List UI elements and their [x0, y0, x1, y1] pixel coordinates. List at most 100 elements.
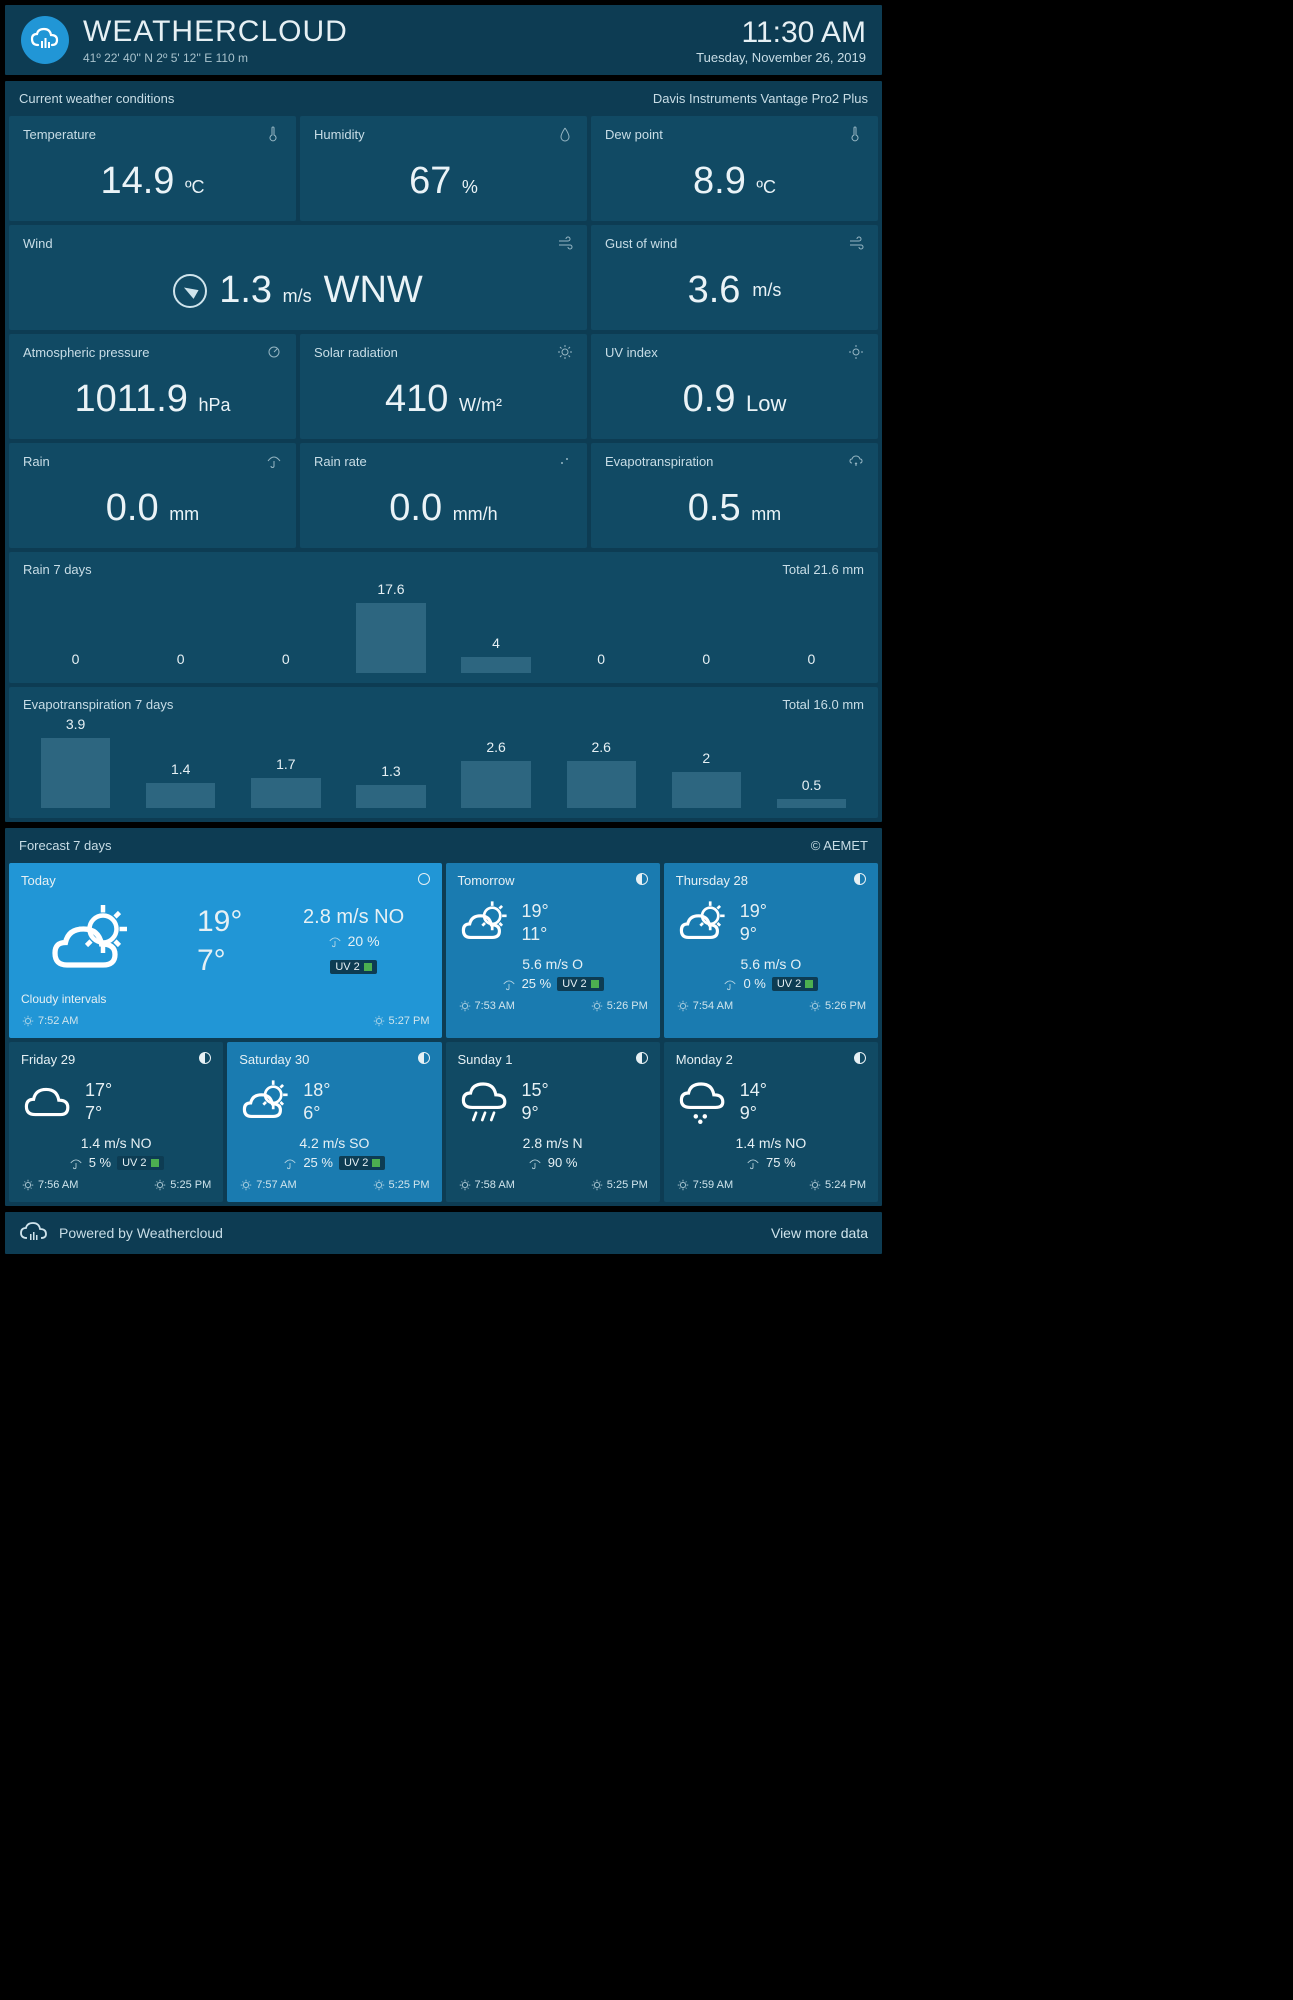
sunrise-time: 7:58 AM	[475, 1179, 515, 1191]
forecast-card[interactable]: Tomorrow19°11°5.6 m/s O25 % UV 2 7:53 AM…	[446, 863, 660, 1038]
forecast-card[interactable]: Friday 2917°7°1.4 m/s NO5 % UV 2 7:56 AM…	[9, 1042, 223, 1202]
bar-value-label: 1.4	[171, 761, 190, 777]
temperature-label: Temperature	[23, 127, 96, 142]
bar-value-label: 0	[702, 651, 710, 667]
bar-value-label: 4	[492, 635, 500, 651]
conditions-title: Current weather conditions	[19, 91, 174, 106]
bar-column: 0	[549, 587, 654, 673]
station-name: Davis Instruments Vantage Pro2 Plus	[653, 91, 868, 106]
forecast-rain: 0 %	[743, 976, 765, 991]
sunset-time: 5:25 PM	[170, 1179, 211, 1191]
forecast-temp-lo: 7°	[197, 941, 242, 980]
sunrise-time: 7:53 AM	[475, 1000, 515, 1012]
forecast-temp-lo: 9°	[740, 1102, 767, 1125]
forecast-rain: 90 %	[548, 1155, 578, 1170]
tile-rain[interactable]: Rain 0.0 mm	[9, 443, 296, 548]
bar	[41, 738, 110, 808]
forecast-rain: 25 %	[522, 976, 552, 991]
sunset-time: 5:26 PM	[825, 1000, 866, 1012]
footer: Powered by Weathercloud View more data	[4, 1211, 883, 1255]
moon-phase-icon	[418, 1052, 430, 1064]
logo-icon	[19, 1222, 49, 1244]
forecast-card[interactable]: Saturday 3018°6°4.2 m/s SO25 % UV 2 7:57…	[227, 1042, 441, 1202]
forecast-temp-lo: 6°	[303, 1102, 330, 1125]
tile-temperature[interactable]: Temperature 14.9 ºC	[9, 116, 296, 221]
forecast-card[interactable]: Today19°7°2.8 m/s NO20 %UV 2 Cloudy inte…	[9, 863, 442, 1038]
solar-label: Solar radiation	[314, 345, 398, 360]
sunset-time: 5:25 PM	[607, 1179, 648, 1191]
wind-unit: m/s	[283, 286, 312, 306]
bar	[672, 772, 741, 808]
tile-evapo[interactable]: Evapotranspiration 0.5 mm	[591, 443, 878, 548]
evapo-value: 0.5	[688, 487, 741, 529]
chart-rain-7days[interactable]: Rain 7 daysTotal 21.6 mm 00017.64000	[9, 552, 878, 683]
tile-gust[interactable]: Gust of wind 3.6 m/s	[591, 225, 878, 330]
forecast-day-name: Thursday 28	[676, 873, 748, 888]
uv-label: UV index	[605, 345, 658, 360]
forecast-rain: 75 %	[766, 1155, 796, 1170]
brand-title: WEATHERCLOUD	[83, 15, 696, 49]
bar-column: 0	[128, 587, 233, 673]
tile-pressure[interactable]: Atmospheric pressure 1011.9 hPa	[9, 334, 296, 439]
bar-value-label: 0	[597, 651, 605, 667]
bar-value-label: 17.6	[377, 581, 404, 597]
sunset-time: 5:25 PM	[389, 1179, 430, 1191]
tile-dewpoint[interactable]: Dew point 8.9 ºC	[591, 116, 878, 221]
moon-phase-icon	[199, 1052, 211, 1064]
bar	[251, 778, 320, 809]
sunrise-time: 7:52 AM	[38, 1015, 78, 1027]
bar-value-label: 1.7	[276, 756, 295, 772]
forecast-temp-hi: 19°	[740, 900, 767, 923]
forecast-temp-lo: 9°	[522, 1102, 549, 1125]
drizzle-weather-icon	[676, 1075, 730, 1129]
sunrise-time: 7:57 AM	[256, 1179, 296, 1191]
rainrate-unit: mm/h	[453, 504, 498, 524]
temperature-value: 14.9	[100, 160, 174, 202]
view-more-link[interactable]: View more data	[771, 1225, 868, 1241]
forecast-wind: 5.6 m/s O	[676, 956, 866, 972]
bar-column: 0	[23, 587, 128, 673]
bar-column: 1.4	[128, 722, 233, 808]
forecast-card[interactable]: Thursday 2819°9°5.6 m/s O0 % UV 2 7:54 A…	[664, 863, 878, 1038]
forecast-card[interactable]: Sunday 115°9°2.8 m/s N90 %7:58 AM5:25 PM	[446, 1042, 660, 1202]
bar-value-label: 0	[177, 651, 185, 667]
bar-value-label: 2.6	[486, 739, 505, 755]
forecast-temp-lo: 7°	[85, 1102, 112, 1125]
clock-time: 11:30 AM	[696, 16, 866, 50]
uv-badge: UV 2	[772, 977, 818, 991]
evapo-unit: mm	[751, 504, 781, 524]
wind-direction: WNW	[324, 269, 423, 312]
humidity-value: 67	[409, 160, 451, 202]
header: WEATHERCLOUD 41º 22' 40'' N 2º 5' 12'' E…	[4, 4, 883, 76]
forecast-card[interactable]: Monday 214°9°1.4 m/s NO75 %7:59 AM5:24 P…	[664, 1042, 878, 1202]
tile-rainrate[interactable]: Rain rate 0.0 mm/h	[300, 443, 587, 548]
bar-value-label: 0.5	[802, 777, 821, 793]
forecast-temp-lo: 11°	[522, 923, 549, 946]
rainrate-label: Rain rate	[314, 454, 367, 469]
forecast-temp-hi: 15°	[522, 1079, 549, 1102]
tile-solar[interactable]: Solar radiation 410 W/m²	[300, 334, 587, 439]
wind-icon	[557, 235, 573, 251]
brand-coords: 41º 22' 40'' N 2º 5' 12'' E 110 m	[83, 51, 696, 65]
bar	[356, 785, 425, 808]
forecast-title: Forecast 7 days	[19, 838, 112, 853]
chart-evapo-total: Total 16.0 mm	[782, 697, 864, 712]
solar-value: 410	[385, 378, 448, 420]
bar	[777, 799, 846, 808]
bar-value-label: 2.6	[591, 739, 610, 755]
tile-uv[interactable]: UV index 0.9 Low	[591, 334, 878, 439]
droplet-icon	[557, 126, 573, 142]
tile-humidity[interactable]: Humidity 67 %	[300, 116, 587, 221]
gust-value: 3.6	[688, 269, 741, 312]
chart-rain-total: Total 21.6 mm	[782, 562, 864, 577]
tile-wind[interactable]: Wind 1.3 m/s WNW	[9, 225, 587, 330]
forecast-day-name: Sunday 1	[458, 1052, 513, 1067]
bar	[567, 761, 636, 808]
dewpoint-unit: ºC	[756, 177, 776, 197]
chart-evapo-7days[interactable]: Evapotranspiration 7 daysTotal 16.0 mm 3…	[9, 687, 878, 818]
wind-label: Wind	[23, 236, 53, 251]
partly-weather-icon	[676, 896, 730, 950]
forecast-rain: 20 %	[348, 933, 380, 949]
forecast-wind: 5.6 m/s O	[458, 956, 648, 972]
bar-column: 0	[759, 587, 864, 673]
